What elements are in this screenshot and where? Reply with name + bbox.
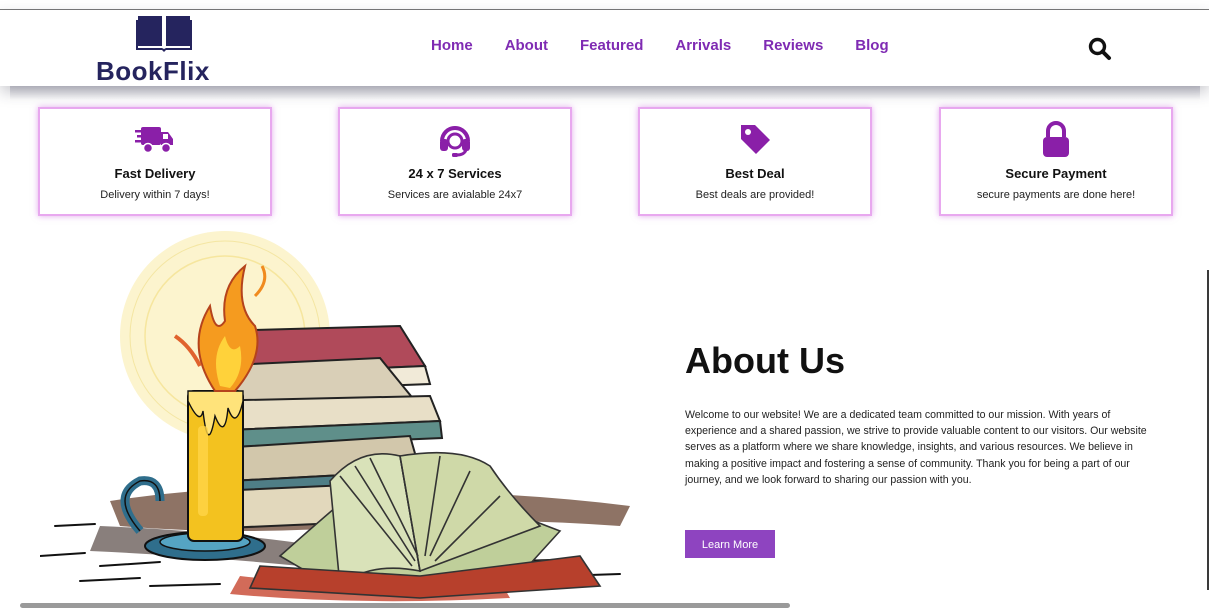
site-header: BookFlix Home About Featured Arrivals Re… bbox=[0, 10, 1209, 86]
feature-card-payment: Secure Payment secure payments are done … bbox=[939, 107, 1173, 216]
feature-desc: secure payments are done here! bbox=[976, 189, 1136, 201]
feature-title: 24 x 7 Services bbox=[408, 166, 502, 181]
tag-icon bbox=[741, 125, 770, 154]
search-icon[interactable] bbox=[1087, 36, 1113, 62]
feature-desc: Delivery within 7 days! bbox=[100, 189, 210, 201]
about-text: Welcome to our website! We are a dedicat… bbox=[685, 409, 1147, 486]
feature-card-services: 24 x 7 Services Services are avialable 2… bbox=[338, 107, 572, 216]
feature-title: Best Deal bbox=[725, 166, 785, 181]
nav-reviews[interactable]: Reviews bbox=[763, 37, 823, 54]
nav-about[interactable]: About bbox=[505, 37, 548, 54]
feature-title: Secure Payment bbox=[1005, 166, 1107, 181]
nav-home[interactable]: Home bbox=[431, 37, 473, 54]
feature-desc: Best deals are provided! bbox=[695, 189, 815, 201]
lock-icon bbox=[1043, 121, 1069, 157]
nav-arrivals[interactable]: Arrivals bbox=[675, 37, 731, 54]
brand-logo[interactable]: BookFlix bbox=[96, 12, 236, 86]
truck-icon bbox=[135, 127, 173, 154]
brand-name: BookFlix bbox=[96, 56, 210, 86]
feature-desc: Services are avialable 24x7 bbox=[387, 189, 523, 201]
about-title: About Us bbox=[685, 340, 845, 381]
headset-icon bbox=[440, 126, 470, 157]
feature-card-deal: Best Deal Best deals are provided! bbox=[638, 107, 872, 216]
main-nav: Home About Featured Arrivals Reviews Blo… bbox=[431, 37, 921, 59]
horizontal-scrollbar[interactable] bbox=[20, 603, 790, 608]
features-section: Fast Delivery Delivery within 7 days! 24… bbox=[0, 107, 1209, 217]
nav-blog[interactable]: Blog bbox=[855, 37, 888, 54]
nav-featured[interactable]: Featured bbox=[580, 37, 643, 54]
learn-more-button[interactable]: Learn More bbox=[685, 530, 775, 558]
feature-title: Fast Delivery bbox=[114, 166, 196, 181]
feature-card-delivery: Fast Delivery Delivery within 7 days! bbox=[38, 107, 272, 216]
open-book-icon bbox=[136, 16, 192, 52]
books-candle-illustration bbox=[39, 226, 640, 606]
